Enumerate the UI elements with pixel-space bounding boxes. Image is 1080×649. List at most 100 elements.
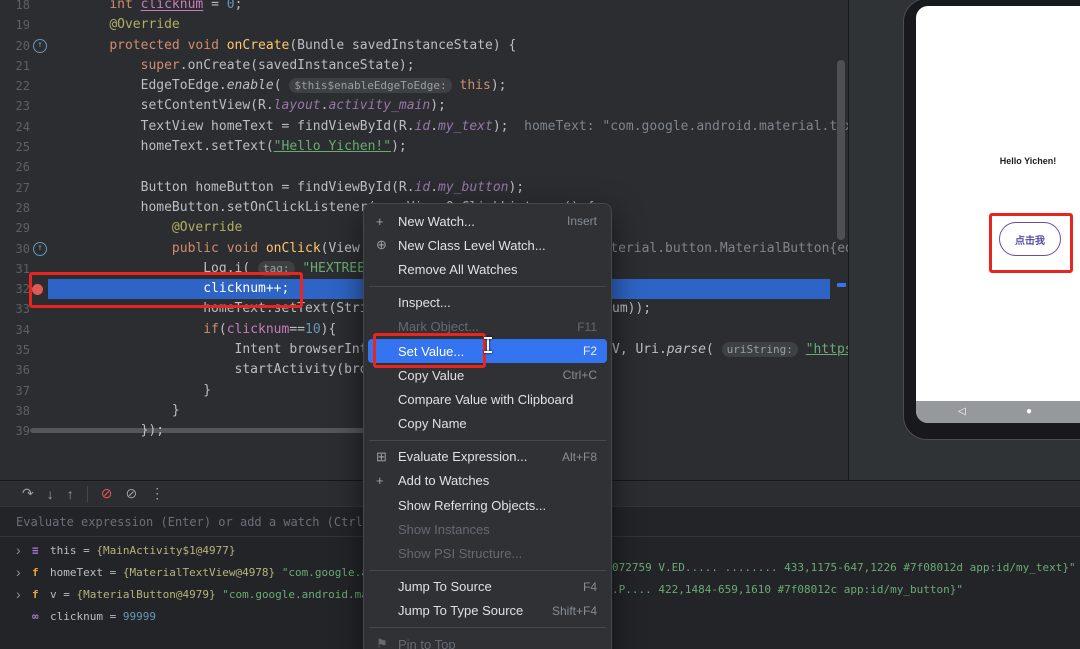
code-line-19[interactable]: 19 @Override (0, 15, 848, 35)
menu-item-show-psi-structure[interactable]: Show PSI Structure... (368, 541, 607, 565)
code-token: ( (273, 78, 290, 94)
object-icon: ≡ (32, 543, 39, 557)
line-number: 29 (15, 221, 30, 236)
menu-item-mark-object[interactable]: Mark Object... F11 (368, 315, 607, 339)
menu-item-compare-value-with-clipboard[interactable]: Compare Value with Clipboard (368, 387, 607, 411)
more-options-icon[interactable]: ⋮ (150, 485, 164, 502)
code-token: this (459, 78, 491, 94)
code-token: my_button (438, 179, 509, 195)
code-token: V, Uri. (612, 342, 667, 358)
code-token: parse (666, 342, 706, 358)
menu-item-jump-to-source[interactable]: Jump To Source F4 (368, 575, 607, 599)
step-out-icon[interactable]: ↑ (67, 486, 74, 502)
menu-item-evaluate-expression[interactable]: ⊞ Evaluate Expression... Alt+F8 (368, 445, 607, 469)
menu-item-label: Show PSI Structure... (398, 546, 523, 562)
menu-item-label: Remove All Watches (398, 261, 518, 277)
expand-chevron-icon[interactable]: › (16, 586, 32, 602)
code-token: .P.... 422,1484-659,1610 #7f08012c app:i… (612, 583, 963, 596)
menu-item-set-value[interactable]: Set Value... F2 (368, 338, 607, 364)
menu-item-shortcut: Ctrl+C (562, 368, 597, 383)
code-token: layout (273, 98, 321, 114)
code-text: homeText.setText("Hello Yichen!"); (78, 137, 848, 157)
code-line-22[interactable]: 22 EdgeToEdge.enable( $this$enableEdgeTo… (0, 76, 848, 96)
code-line-18[interactable]: 18 int clicknum = 0; (0, 0, 848, 15)
parameter-hint-chip: $this$enableEdgeToEdge: (289, 78, 452, 94)
variable-text: homeText = {MaterialTextView@4978} "com.… (50, 561, 1076, 579)
code-token: um)); (612, 301, 652, 317)
code-token: setContentView(R. (78, 98, 274, 114)
menu-item-copy-value[interactable]: Copy Value Ctrl+C (368, 363, 607, 387)
override-marker-icon[interactable]: ↑ (33, 39, 47, 54)
menu-item-label: Jump To Type Source (398, 603, 524, 619)
menu-item-inspect[interactable]: Inspect... (368, 291, 607, 315)
code-token: = (102, 565, 123, 579)
code-text: EdgeToEdge.enable( $this$enableEdgeToEdg… (78, 76, 848, 96)
expand-chevron-icon[interactable]: › (16, 542, 32, 558)
code-line-20[interactable]: 20 ↑ protected void onCreate(Bundle saved… (0, 36, 848, 56)
code-line-21[interactable]: 21 super.onCreate(savedInstanceState); (0, 56, 848, 76)
back-icon[interactable]: ◁ (958, 406, 966, 418)
menu-item-label: Show Referring Objects... (398, 497, 547, 513)
step-into-icon[interactable]: ↓ (47, 486, 54, 502)
menu-item-show-referring-objects[interactable]: Show Referring Objects... (368, 493, 607, 517)
menu-separator (369, 627, 606, 628)
code-line-25[interactable]: 25 homeText.setText("Hello Yichen!"); (0, 137, 848, 157)
menu-item-new-watch[interactable]: + New Watch... Insert (368, 209, 607, 233)
code-token: } (78, 402, 180, 418)
menu-separator (369, 569, 606, 571)
code-token: startActivity(brow (78, 362, 376, 378)
context-menu: + New Watch... Insert ⊕ New Class Level Watc… (363, 203, 612, 649)
code-line-27[interactable]: 27 Button homeButton = findViewById(R.id… (0, 178, 848, 198)
code-token: "com.google.android.mate (222, 587, 382, 601)
expand-chevron-icon[interactable]: › (16, 564, 32, 580)
running-devices-panel: Hello Yichen! 点击我 ◁ ● (848, 0, 1080, 480)
code-token: this (50, 543, 77, 557)
code-token: {MaterialButton@4979} (76, 587, 223, 601)
watch-icon: ∞ (32, 609, 39, 623)
code-token: TextView homeText = findViewById(R. (78, 118, 415, 134)
breakpoint-icon[interactable] (32, 283, 43, 295)
code-token: = (56, 587, 77, 601)
device-click-me-button[interactable]: 点击我 (999, 222, 1061, 256)
menu-item-jump-to-type-source[interactable]: Jump To Type Source Shift+F4 (368, 599, 607, 623)
field-icon: f (32, 587, 39, 601)
line-number: 33 (15, 302, 30, 317)
line-number: 32 (15, 282, 30, 297)
code-line-23[interactable]: 23 setContentView(R.layout.activity_main… (0, 96, 848, 116)
code-token: homeButton.setOnClickListener( (78, 199, 376, 215)
code-token: activity_main (328, 98, 431, 114)
mute-breakpoints-icon[interactable]: ⊘ (101, 485, 113, 502)
code-line-26[interactable]: 26 (0, 157, 848, 177)
code-token: EdgeToEdge. (78, 78, 227, 94)
code-line-24[interactable]: 24 TextView homeText = findViewById(R.id… (0, 117, 848, 137)
override-marker-icon[interactable]: ↑ (33, 242, 47, 257)
menu-item-add-to-watches[interactable]: + Add to Watches (368, 469, 607, 493)
menu-item-remove-all-watches[interactable]: Remove All Watches (368, 257, 607, 281)
line-number: 26 (15, 160, 30, 175)
code-text: TextView homeText = findViewById(R.id.my… (78, 117, 848, 137)
code-token: {MaterialTextView@4978} (122, 565, 282, 579)
menu-item-show-instances[interactable]: Show Instances (368, 517, 607, 541)
menu-item-copy-name[interactable]: Copy Name (368, 412, 607, 436)
disable-watches-icon[interactable]: ⊘ (125, 485, 137, 502)
vertical-scrollbar[interactable] (834, 0, 848, 480)
code-text: int clicknum = 0; (78, 0, 848, 15)
device-screen[interactable]: Hello Yichen! 点击我 ◁ ● (916, 6, 1080, 423)
home-icon[interactable]: ● (1026, 406, 1032, 418)
line-number: 25 (15, 140, 30, 155)
menu-item-new-class-level-watch[interactable]: ⊕ New Class Level Watch... (368, 233, 607, 257)
step-over-icon[interactable]: ↷ (22, 485, 34, 502)
code-token: ; (234, 0, 243, 12)
line-number: 28 (15, 200, 30, 215)
menu-item-pin-to-top[interactable]: ⚑ Pin to Top (368, 632, 607, 649)
execution-point-stripe-mark (837, 283, 846, 287)
scrollbar-thumb[interactable] (837, 60, 845, 240)
context-menu-list: + New Watch... Insert ⊕ New Class Level Watc… (364, 209, 611, 649)
